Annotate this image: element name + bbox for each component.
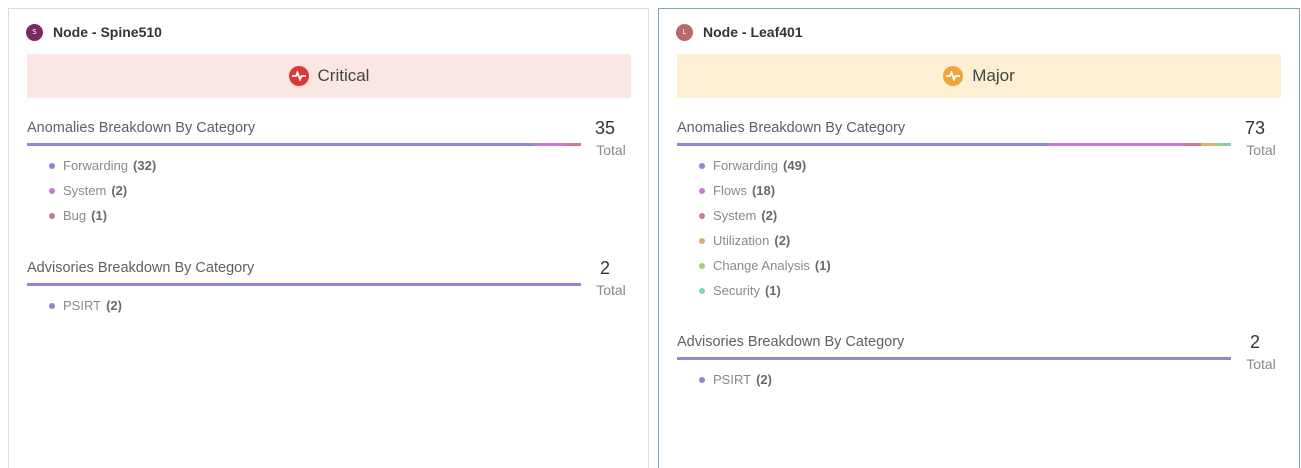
bar-segment-bug [565,143,581,146]
legend-count: (2) [106,298,122,313]
legend-label: Forwarding [713,158,779,173]
node-header: L Node - Leaf401 [676,22,803,42]
anomalies-total: 35 [594,118,616,138]
pulse-icon [288,66,309,86]
node-name: Leaf401 [750,24,803,40]
legend-count: (1) [814,258,831,273]
legend-label: PSIRT [713,372,752,387]
legend-count: (2) [761,208,778,223]
bar-segment-forwarding [27,143,534,146]
severity-banner: Critical [27,54,631,98]
legend-item[interactable]: Flows (18) [699,178,831,203]
bar-segment-psirt [677,357,1231,360]
legend-item[interactable]: PSIRT (2) [49,293,122,318]
node-label: Node - [703,24,751,40]
legend-dot-icon [699,262,705,269]
bar-segment-system [533,143,566,146]
legend-dot-icon [49,162,55,169]
severity-banner: Major [677,54,1281,98]
anomalies-legend: Forwarding (32) System (2) Bug (1) [49,153,156,228]
legend-dot-icon [699,287,705,294]
node-avatar: L [676,23,693,41]
anomalies-stacked-bar [27,143,581,146]
node-label: Node - [53,24,101,40]
advisories-legend: PSIRT (2) [699,367,772,392]
anomalies-breakdown: Anomalies Breakdown By Category 73 Total… [677,118,1281,310]
anomalies-stacked-bar [677,143,1231,146]
legend-item[interactable]: Bug (1) [49,203,156,228]
legend-label: Bug [63,208,87,223]
node-card-leaf401[interactable]: L Node - Leaf401 Major Anomalies Breakdo… [658,8,1300,468]
legend-count: (1) [91,208,108,223]
legend-label: Flows [713,183,747,198]
anomalies-title: Anomalies Breakdown By Category [27,120,256,136]
legend-dot-icon [699,187,705,194]
legend-count: (18) [751,183,776,198]
legend-count: (1) [764,283,781,298]
legend-item[interactable]: Change Analysis (1) [699,253,831,278]
advisories-breakdown: Advisories Breakdown By Category 2 Total… [27,258,631,320]
legend-item[interactable]: System (2) [49,178,156,203]
anomalies-title: Anomalies Breakdown By Category [677,120,906,136]
legend-count: (32) [133,158,157,173]
bar-segment-flows [1048,143,1186,146]
advisories-stacked-bar [677,357,1231,360]
anomalies-breakdown: Anomalies Breakdown By Category 35 Total… [27,118,631,230]
legend-count: (2) [774,233,791,248]
legend-label: Forwarding [63,158,129,173]
legend-item[interactable]: Security (1) [699,278,831,303]
legend-label: System [713,208,757,223]
legend-item[interactable]: System (2) [699,203,831,228]
legend-item[interactable]: PSIRT (2) [699,367,772,392]
legend-dot-icon [699,376,705,383]
node-card-spine510[interactable]: S Node - Spine510 Critical Anomalies Bre… [8,8,649,468]
legend-count: (49) [783,158,807,173]
legend-label: Security [713,283,760,298]
pulse-icon [943,66,964,86]
legend-label: PSIRT [63,298,102,313]
legend-dot-icon [49,212,55,219]
legend-label: Utilization [713,233,770,248]
legend-dot-icon [699,162,705,169]
legend-label: System [63,183,107,198]
bar-segment-security [1223,143,1231,146]
anomalies-total-label: Total [596,142,626,158]
anomalies-total: 73 [1244,118,1266,138]
severity-label: Major [972,66,1015,85]
legend-count: (2) [756,372,772,387]
legend-dot-icon [49,187,55,194]
legend-item[interactable]: Forwarding (49) [699,153,831,178]
advisories-total-label: Total [596,282,626,298]
severity-label: Critical [317,66,370,85]
legend-dot-icon [49,302,55,309]
advisories-breakdown: Advisories Breakdown By Category 2 Total… [677,332,1281,394]
node-header: S Node - Spine510 [26,22,162,42]
legend-item[interactable]: Forwarding (32) [49,153,156,178]
bar-segment-system [1185,143,1201,146]
legend-dot-icon [699,212,705,219]
advisories-total: 2 [1249,332,1260,352]
bar-segment-psirt [27,283,581,286]
advisories-total-label: Total [1246,356,1276,372]
advisories-title: Advisories Breakdown By Category [27,260,255,276]
anomalies-legend: Forwarding (49) Flows (18) System (2) Utilizat… [699,153,831,303]
node-name: Spine510 [100,24,162,40]
legend-item[interactable]: Utilization (2) [699,228,831,253]
bar-segment-change-analysis [1215,143,1224,146]
anomalies-total-label: Total [1246,142,1276,158]
advisories-legend: PSIRT (2) [49,293,122,318]
legend-dot-icon [699,237,705,244]
node-avatar: S [26,23,43,41]
advisories-stacked-bar [27,283,581,286]
advisories-total: 2 [599,258,610,278]
legend-count: (2) [111,183,128,198]
legend-label: Change Analysis [713,258,810,273]
bar-segment-utilization [1200,143,1216,146]
advisories-title: Advisories Breakdown By Category [677,334,905,350]
bar-segment-forwarding [677,143,1049,146]
